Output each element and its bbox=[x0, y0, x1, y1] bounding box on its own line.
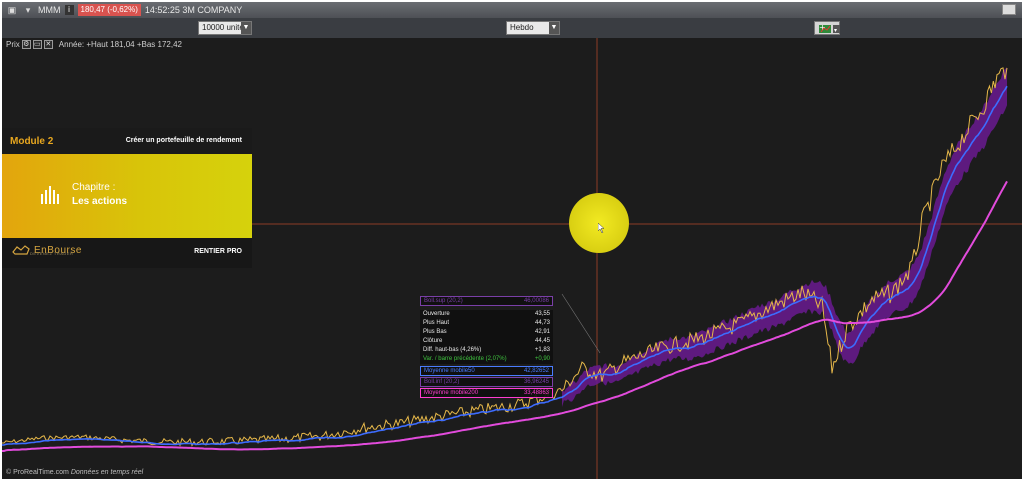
tooltip-label: Moyenne mobile200 bbox=[424, 390, 479, 396]
tooltip-row: Plus Bas 42,91 bbox=[420, 328, 553, 337]
module-overlay: Module 2 Créer un portefeuille de rendem… bbox=[2, 128, 252, 268]
tooltip-label: Clôture bbox=[423, 338, 443, 344]
window-icon[interactable]: ▣ bbox=[6, 5, 18, 15]
chart-toolbar: 10000 unités ▼ Hebdo ▼ + ▾ bbox=[2, 18, 1022, 38]
chapter-title: Les actions bbox=[72, 196, 128, 207]
app-window: ▣ ▾ MMM i 180,47 (-0,62%) 14:52:25 3M CO… bbox=[0, 0, 1024, 481]
tooltip-label: Moyenne mobile50 bbox=[424, 368, 475, 374]
module-header: Module 2 Créer un portefeuille de rendem… bbox=[2, 128, 252, 154]
ticker-label: MMM bbox=[38, 5, 61, 15]
tooltip-value: 43,55 bbox=[534, 311, 550, 317]
units-select[interactable]: 10000 unités ▼ bbox=[198, 21, 252, 35]
tooltip-value: 42,82652 bbox=[523, 368, 549, 374]
chapter-banner: Chapitre : Les actions bbox=[2, 154, 252, 238]
window-icon[interactable]: ▭ bbox=[32, 40, 42, 49]
tooltip-row: Plus Haut 44,73 bbox=[420, 319, 553, 328]
bar-chart-icon bbox=[41, 186, 59, 204]
title-bar: ▣ ▾ MMM i 180,47 (-0,62%) 14:52:25 3M CO… bbox=[2, 2, 1022, 18]
tooltip-connector bbox=[561, 293, 601, 354]
year-hi-lo: Année: +Haut 181,04 +Bas 172,42 bbox=[58, 40, 182, 49]
tooltip-value: 44,45 bbox=[534, 338, 550, 344]
tooltip-label: Plus Bas bbox=[423, 329, 447, 335]
chart-credit: © ProRealTime.com Données en temps réel bbox=[6, 469, 143, 476]
period-value: Hebdo bbox=[510, 23, 534, 32]
module-number: Module 2 bbox=[10, 136, 54, 147]
tooltip-value: 36,96245 bbox=[523, 379, 549, 385]
tooltip-row: Moyenne mobile50 42,82652 bbox=[420, 366, 553, 376]
tooltip-value: +0,90 bbox=[534, 356, 550, 362]
settings-icon[interactable]: ⚙ bbox=[21, 40, 31, 49]
credit-source: © ProRealTime.com bbox=[6, 469, 69, 476]
bull-logo-icon bbox=[12, 245, 30, 255]
tooltip-label: Boll.sup (20,2) bbox=[424, 298, 463, 304]
chart-header: Prix ⚙ ▭ ✕ Année: +Haut 181,04 +Bas 172,… bbox=[6, 40, 182, 49]
tooltip-label: Boll.inf (20,2) bbox=[424, 379, 460, 385]
price-prefix: Prix bbox=[6, 40, 20, 49]
period-select[interactable]: Hebdo ▼ bbox=[506, 21, 560, 35]
tooltip-label: Diff. haut-bas (4,26%) bbox=[423, 347, 482, 353]
tooltip-row: Boll.inf (20,2) 36,96245 bbox=[420, 377, 553, 387]
data-tooltip: Boll.sup (20,2) 46,00086 Ouverture 43,55 Plu… bbox=[420, 296, 553, 406]
tooltip-row: Ouverture 43,55 bbox=[420, 310, 553, 319]
time-company-label: 14:52:25 3M COMPANY bbox=[144, 5, 243, 15]
tooltip-row: Diff. haut-bas (4,26%) +1,83 bbox=[420, 346, 553, 355]
tooltip-row: Clôture 44,45 bbox=[420, 337, 553, 346]
maximize-button[interactable] bbox=[1002, 4, 1016, 15]
close-icon[interactable]: ✕ bbox=[43, 40, 53, 49]
tooltip-row: Moyenne mobile200 33,48863 bbox=[420, 388, 553, 398]
add-indicator-button[interactable]: + ▾ bbox=[814, 21, 840, 35]
svg-text:▾: ▾ bbox=[834, 27, 837, 34]
tooltip-label: Plus Haut bbox=[423, 320, 450, 326]
chevron-down-icon: ▼ bbox=[549, 22, 559, 34]
tooltip-label: Ouverture bbox=[423, 311, 450, 317]
tooltip-label: Var. / barre précédente (2,07%) bbox=[423, 356, 507, 362]
info-badge[interactable]: i bbox=[64, 5, 74, 15]
tooltip-row: Boll.sup (20,2) 46,00086 bbox=[420, 296, 553, 306]
mouse-pointer-icon bbox=[598, 223, 605, 233]
add-indicator-icon: + ▾ bbox=[819, 23, 840, 34]
tooltip-value: 44,73 bbox=[534, 320, 550, 326]
price-change-badge: 180,47 (-0,62%) bbox=[77, 4, 141, 16]
tooltip-value: +1,83 bbox=[534, 347, 550, 353]
tooltip-value: 46,00086 bbox=[523, 298, 549, 304]
footer-right-label: RENTIER PRO bbox=[194, 248, 242, 255]
module-footer: EnBourse DEVENEZ TRADER RENTIER PRO bbox=[2, 238, 252, 268]
tooltip-value: 42,91 bbox=[534, 329, 550, 335]
dropdown-icon[interactable]: ▾ bbox=[22, 5, 34, 15]
credit-realtime: Données en temps réel bbox=[70, 469, 144, 476]
module-subtitle: Créer un portefeuille de rendement bbox=[125, 137, 242, 144]
chapter-label: Chapitre : bbox=[72, 182, 116, 193]
tooltip-row: Var. / barre précédente (2,07%) +0,90 bbox=[420, 355, 553, 364]
brand-tagline: DEVENEZ TRADER bbox=[30, 251, 74, 256]
tooltip-value: 33,48863 bbox=[523, 390, 549, 396]
chevron-down-icon: ▼ bbox=[241, 22, 251, 34]
